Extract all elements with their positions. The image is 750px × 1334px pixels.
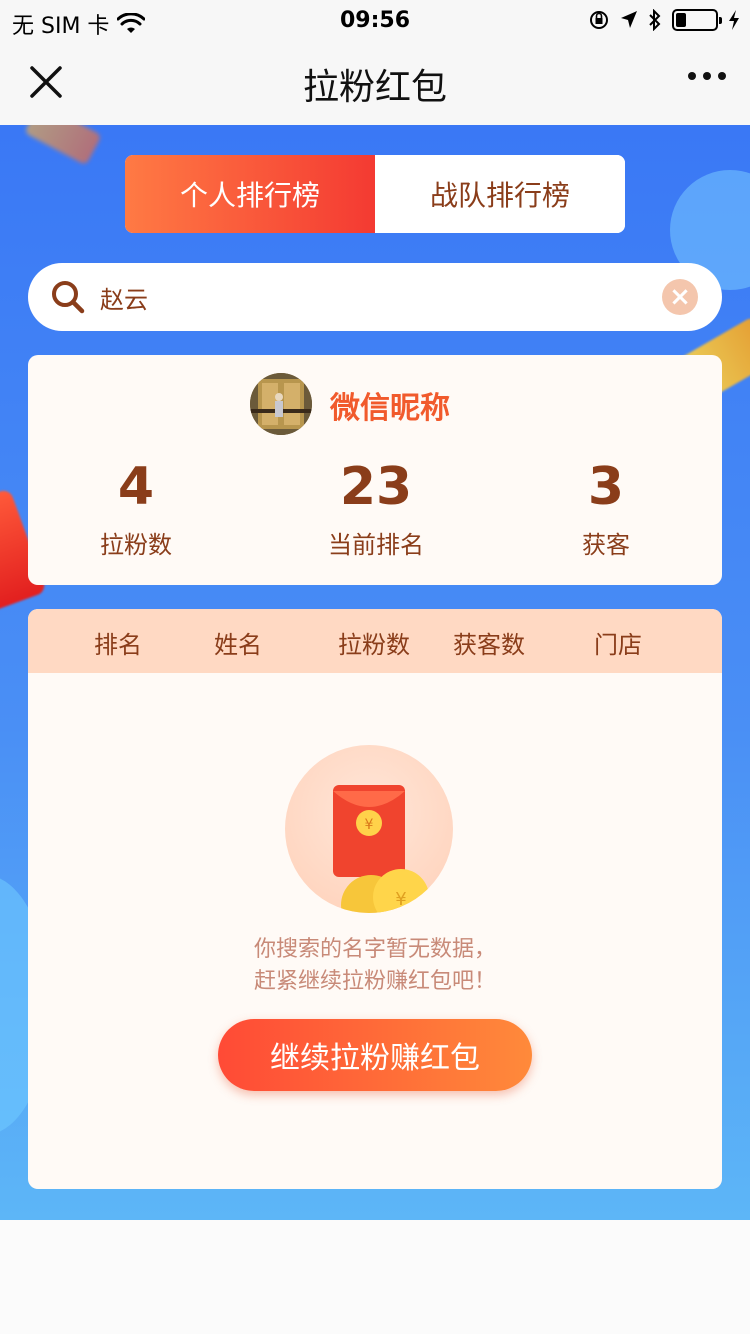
bluetooth-icon (649, 9, 661, 31)
empty-state-message-line2: 赶紧继续拉粉赚红包吧！ (253, 969, 496, 994)
stat-customers-label: 获客 (582, 531, 630, 559)
column-header-store: 门店 (594, 631, 642, 659)
stat-fans-value: 4 (117, 457, 155, 517)
status-bar: 无 SIM 卡 09:56 (0, 0, 750, 42)
stat-fans: 4 拉粉数 (36, 455, 236, 560)
ranking-tabs: 个人排行榜 战队排行榜 (125, 155, 625, 233)
column-header-fans: 拉粉数 (338, 631, 410, 659)
more-options-icon[interactable] (688, 72, 726, 80)
profile-card: 微信昵称 4 拉粉数 23 当前排名 3 获客 (28, 355, 722, 585)
nav-bar: 拉粉红包 (0, 42, 750, 125)
column-header-rank: 排名 (94, 631, 142, 659)
ranking-list-card: 排名 姓名 拉粉数 获客数 门店 ¥ ¥ 你搜索的名字暂无数据， 赶紧继续拉粉赚… (28, 609, 722, 1189)
status-right (588, 9, 740, 31)
clear-icon[interactable]: × (662, 279, 698, 315)
stat-rank-value: 23 (339, 457, 413, 517)
profile-nickname: 微信昵称 (330, 391, 450, 426)
empty-state-message-line1: 你搜索的名字暂无数据， (253, 937, 496, 962)
location-icon (621, 11, 637, 28)
continue-earning-button[interactable]: 继续拉粉赚红包 (218, 1019, 532, 1091)
empty-state-illustration: ¥ ¥ (285, 745, 453, 913)
decorative-gold-coin (24, 125, 102, 166)
battery-icon (672, 9, 722, 31)
stat-customers-value: 3 (587, 457, 625, 517)
charging-icon (729, 10, 739, 30)
orientation-lock-icon (590, 11, 608, 29)
stat-rank-label: 当前排名 (328, 531, 424, 559)
svg-text:¥: ¥ (365, 817, 374, 833)
table-header: 排名 姓名 拉粉数 获客数 门店 (28, 609, 722, 673)
stat-fans-label: 拉粉数 (100, 531, 172, 559)
main-content: 个人排行榜 战队排行榜 × 微信昵称 4 拉粉数 (0, 125, 750, 1220)
search-icon (52, 281, 85, 314)
svg-text:¥: ¥ (395, 889, 406, 910)
page-title: 拉粉红包 (302, 67, 447, 108)
stat-customers: 3 获客 (506, 455, 706, 560)
column-header-name: 姓名 (214, 631, 262, 659)
avatar (250, 373, 312, 435)
tab-personal-ranking[interactable]: 个人排行榜 (125, 155, 375, 233)
search-input[interactable] (100, 277, 640, 317)
search-bar: × (28, 263, 722, 331)
column-header-customers: 获客数 (453, 631, 525, 659)
stat-current-rank: 23 当前排名 (276, 455, 476, 560)
tab-team-ranking[interactable]: 战队排行榜 (375, 155, 625, 233)
